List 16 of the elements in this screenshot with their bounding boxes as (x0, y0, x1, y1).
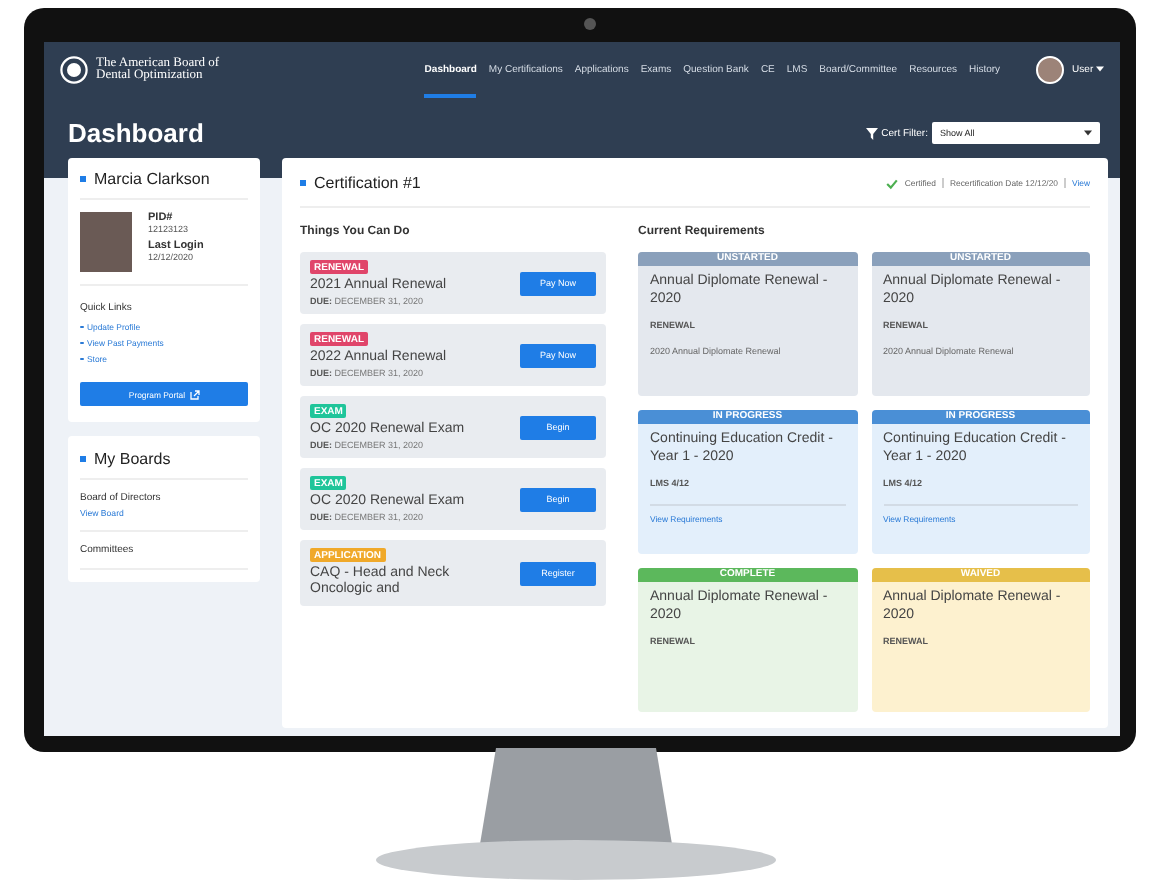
square-icon (300, 180, 306, 186)
profile-name: Marcia Clarkson (94, 170, 210, 188)
square-icon (80, 176, 86, 182)
square-icon (80, 456, 86, 462)
filter-icon (865, 127, 878, 139)
photo-placeholder (80, 212, 132, 272)
page-title: Dashboard (68, 118, 204, 148)
camera-icon (584, 18, 596, 30)
user-avatar[interactable] (1036, 56, 1065, 84)
caret-icon (1096, 66, 1104, 72)
external-link-icon (189, 389, 200, 399)
certification-title: Certification #1 (314, 174, 421, 192)
check-icon (886, 177, 899, 189)
flower-logo-icon (60, 56, 88, 84)
caret-icon (1084, 130, 1092, 136)
boards-title: My Boards (94, 450, 171, 468)
